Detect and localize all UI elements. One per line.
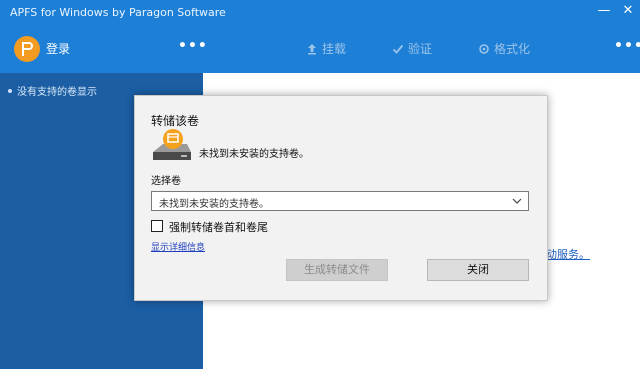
volume-select[interactable]: 未找到未安装的支持卷。	[151, 191, 529, 211]
force-dump-checkbox[interactable]	[151, 220, 163, 232]
mount-icon	[308, 44, 316, 55]
mount-button[interactable]: 挂载	[306, 40, 346, 57]
disk-icon	[151, 128, 193, 164]
format-button[interactable]: 格式化	[478, 40, 530, 57]
dump-volume-dialog: 转储该卷 未找到未安装的支持卷。 选择卷 未找到未安装的支持卷。 强制转储卷首和…	[134, 95, 548, 301]
close-window-button[interactable]: ✕	[620, 3, 636, 19]
dialog-message: 未找到未安装的支持卷。	[199, 149, 309, 160]
minimize-button[interactable]: —	[596, 3, 612, 19]
no-volumes-message: 没有支持的卷显示	[8, 83, 97, 98]
select-volume-label: 选择卷	[151, 176, 181, 187]
bullet-icon	[8, 89, 12, 93]
format-icon	[479, 44, 489, 54]
window-title: APFS for Windows by Paragon Software	[10, 6, 226, 19]
force-dump-label[interactable]: 强制转储卷首和卷尾	[169, 219, 268, 235]
volume-select-value: 未找到未安装的支持卷。	[159, 199, 269, 210]
format-label: 格式化	[494, 42, 531, 56]
chevron-down-icon	[512, 198, 522, 204]
settings-menu-icon[interactable]: •••	[614, 38, 640, 54]
close-button[interactable]: 关闭	[427, 259, 529, 281]
show-details-link[interactable]: 显示详细信息	[151, 240, 205, 253]
verify-label: 验证	[408, 42, 433, 56]
service-link[interactable]: 动服务。	[546, 246, 590, 262]
no-volumes-text: 没有支持的卷显示	[17, 87, 97, 98]
paragon-logo-icon[interactable]	[14, 36, 40, 62]
dialog-title: 转储该卷	[151, 114, 200, 128]
check-icon	[392, 44, 404, 54]
generate-dump-button[interactable]: 生成转储文件	[286, 259, 388, 281]
top-bar: APFS for Windows by Paragon Software — ✕…	[0, 0, 640, 73]
login-button[interactable]: 登录	[46, 40, 70, 57]
verify-button[interactable]: 验证	[392, 40, 432, 57]
more-menu-icon[interactable]: •••	[178, 38, 208, 54]
mount-label: 挂载	[322, 42, 347, 56]
